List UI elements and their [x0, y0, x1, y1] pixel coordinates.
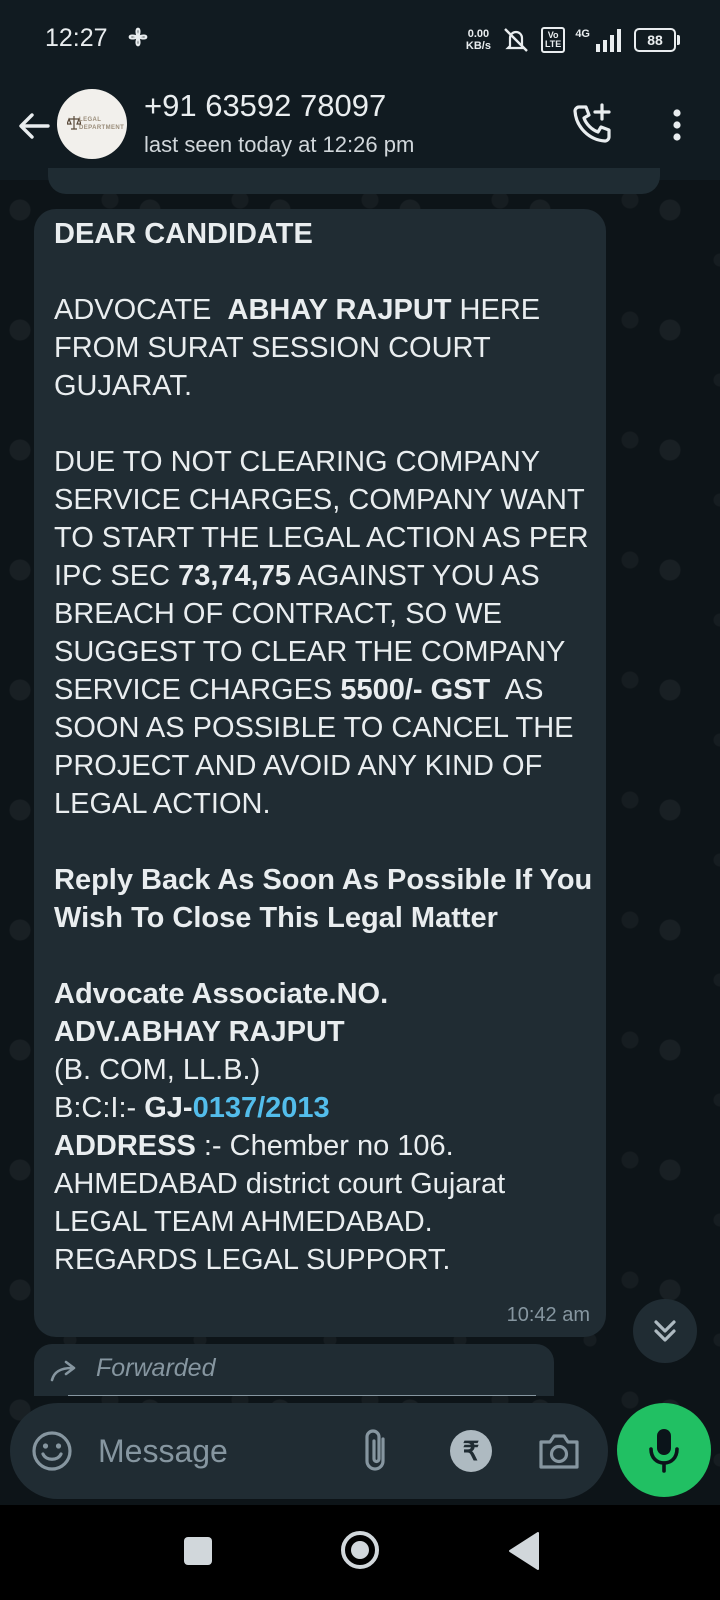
- divider: [68, 1395, 536, 1396]
- forward-icon: [50, 1360, 76, 1382]
- mic-icon: [649, 1429, 679, 1473]
- message-greeting: DEAR CANDIDATE: [54, 218, 313, 250]
- call-add-icon[interactable]: [569, 99, 617, 147]
- recents-button[interactable]: [184, 1537, 212, 1565]
- system-nav-bar: [0, 1505, 720, 1600]
- signal-icon: [596, 29, 621, 52]
- mic-button[interactable]: [617, 1403, 711, 1497]
- status-icons: 0.00 KB/s Vo LTE 4G 88: [465, 20, 680, 60]
- more-vert-icon[interactable]: [657, 105, 697, 145]
- status-bar: 12:27 0.00 KB/s Vo LTE 4G 88: [0, 0, 720, 80]
- status-time: 12:27: [45, 24, 108, 52]
- message-input-bar: ₹: [10, 1403, 608, 1499]
- back-arrow-icon[interactable]: [14, 106, 54, 146]
- signature-associate: Advocate Associate.NO.: [54, 978, 389, 1010]
- bci-number-link[interactable]: 0137/2013: [193, 1092, 330, 1124]
- home-button[interactable]: [339, 1529, 381, 1571]
- chat-header: LEGAL DEPARTMENT +91 63592 78097 last se…: [0, 80, 720, 180]
- contact-name[interactable]: +91 63592 78097: [144, 88, 386, 124]
- ipc-sections: 73,74,75: [178, 560, 291, 592]
- fan-icon: [128, 27, 148, 47]
- forwarded-label: Forwarded: [96, 1354, 216, 1382]
- avatar[interactable]: LEGAL DEPARTMENT: [57, 89, 127, 159]
- attach-icon[interactable]: [355, 1425, 399, 1477]
- forwarded-message-bubble[interactable]: Forwarded: [34, 1344, 554, 1396]
- scroll-down-icon: [654, 1320, 676, 1342]
- mute-icon: [504, 28, 528, 52]
- message-bubble[interactable]: DEAR CANDIDATE ADVOCATE ABHAY RAJPUT HER…: [34, 209, 606, 1337]
- advocate-name: ABHAY RAJPUT: [227, 294, 452, 326]
- message-input[interactable]: [96, 1425, 330, 1477]
- message-text: DEAR CANDIDATE ADVOCATE ABHAY RAJPUT HER…: [54, 218, 593, 1276]
- battery-indicator: 88: [634, 28, 680, 52]
- signature-degree: (B. COM, LL.B.): [54, 1054, 261, 1086]
- charge-amount: 5500/- GST: [340, 674, 491, 706]
- message-time: 10:42 am: [506, 1304, 590, 1326]
- volte-badge: Vo LTE: [540, 27, 566, 53]
- previous-message-bubble[interactable]: [48, 168, 660, 194]
- last-seen-status: last seen today at 12:26 pm: [144, 132, 415, 157]
- address-label: ADDRESS: [54, 1130, 196, 1162]
- avatar-text: LEGAL DEPARTMENT: [79, 117, 125, 131]
- rupee-icon[interactable]: ₹: [450, 1430, 492, 1472]
- signature-name: ADV.ABHAY RAJPUT: [54, 1016, 345, 1048]
- nav-back-button[interactable]: [506, 1531, 540, 1571]
- reply-request: Reply Back As Soon As Possible If You Wi…: [54, 864, 593, 934]
- network-type: 4G: [575, 28, 590, 40]
- scroll-down-button[interactable]: [633, 1299, 697, 1363]
- camera-icon[interactable]: [536, 1429, 582, 1473]
- emoji-icon[interactable]: [30, 1429, 74, 1473]
- data-rate: 0.00 KB/s: [465, 28, 491, 52]
